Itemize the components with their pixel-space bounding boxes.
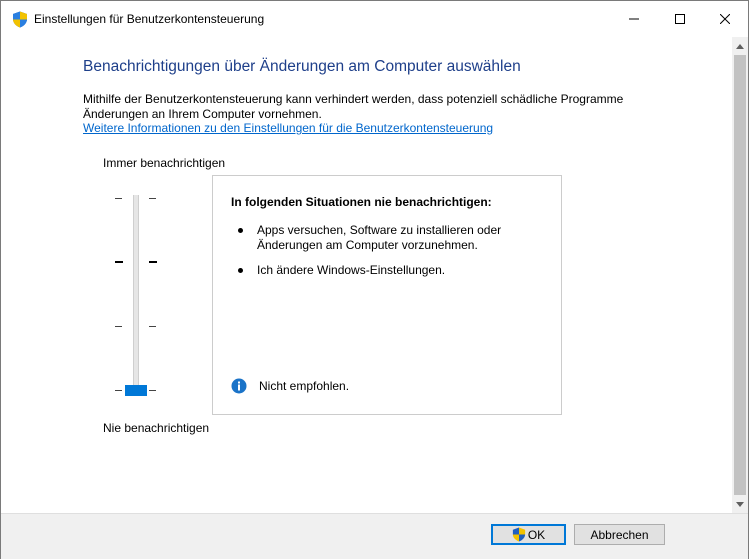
infobox-title: In folgenden Situationen nie benachricht… (231, 195, 492, 209)
ok-button[interactable]: OK (491, 524, 566, 545)
slider-tick (149, 390, 156, 391)
slider-tick (115, 198, 122, 199)
chevron-up-icon (736, 43, 744, 49)
list-item-text: Ich ändere Windows-Einstellungen. (257, 263, 446, 277)
close-button[interactable] (702, 1, 748, 37)
slider-tick (149, 261, 157, 263)
minimize-icon (629, 18, 639, 20)
warning-note: Nicht empfohlen. (259, 379, 350, 393)
slider-tick (115, 261, 123, 263)
level-description-box: In folgenden Situationen nie benachricht… (212, 175, 562, 415)
slider-track[interactable] (133, 195, 139, 393)
notification-level-slider[interactable] (109, 187, 169, 397)
more-info-link[interactable]: Weitere Informationen zu den Einstellung… (83, 121, 493, 135)
content-area: Benachrichtigungen über Änderungen am Co… (1, 37, 732, 513)
uac-settings-window: Einstellungen für Benutzerkontensteuerun… (0, 0, 749, 559)
dialog-footer: OK Abbrechen (1, 513, 748, 559)
slider-thumb[interactable] (125, 385, 147, 396)
bullet-icon (238, 228, 243, 233)
chevron-down-icon (736, 501, 744, 507)
maximize-button[interactable] (657, 1, 703, 37)
slider-tick (149, 198, 156, 199)
description-text: Mithilfe der Benutzerkontensteuerung kan… (83, 92, 624, 121)
minimize-button[interactable] (611, 1, 657, 37)
slider-tick (115, 390, 122, 391)
cancel-button[interactable]: Abbrechen (574, 524, 665, 545)
list-item: Ich ändere Windows-Einstellungen. (235, 263, 535, 278)
window-title: Einstellungen für Benutzerkontensteuerun… (34, 12, 265, 26)
scrollbar-thumb[interactable] (734, 55, 746, 495)
slider-top-label: Immer benachrichtigen (103, 156, 226, 170)
bullet-icon (238, 268, 243, 273)
list-item-text: Apps versuchen, Software zu installieren… (257, 223, 502, 252)
close-icon (720, 14, 730, 24)
slider-tick (149, 326, 156, 327)
infobox-list: Apps versuchen, Software zu installieren… (235, 223, 535, 288)
title-bar[interactable]: Einstellungen für Benutzerkontensteuerun… (1, 1, 748, 37)
uac-shield-icon (13, 11, 27, 28)
list-item: Apps versuchen, Software zu installieren… (235, 223, 535, 253)
uac-shield-icon (512, 527, 525, 542)
maximize-icon (675, 14, 685, 24)
slider-bottom-label: Nie benachrichtigen (103, 421, 210, 435)
scroll-up-button[interactable] (732, 38, 748, 54)
page-heading: Benachrichtigungen über Änderungen am Co… (83, 58, 521, 75)
info-icon (231, 378, 247, 394)
ok-button-label: OK (527, 527, 546, 542)
scroll-down-button[interactable] (732, 496, 748, 512)
vertical-scrollbar[interactable] (732, 37, 748, 513)
slider-tick (115, 326, 122, 327)
